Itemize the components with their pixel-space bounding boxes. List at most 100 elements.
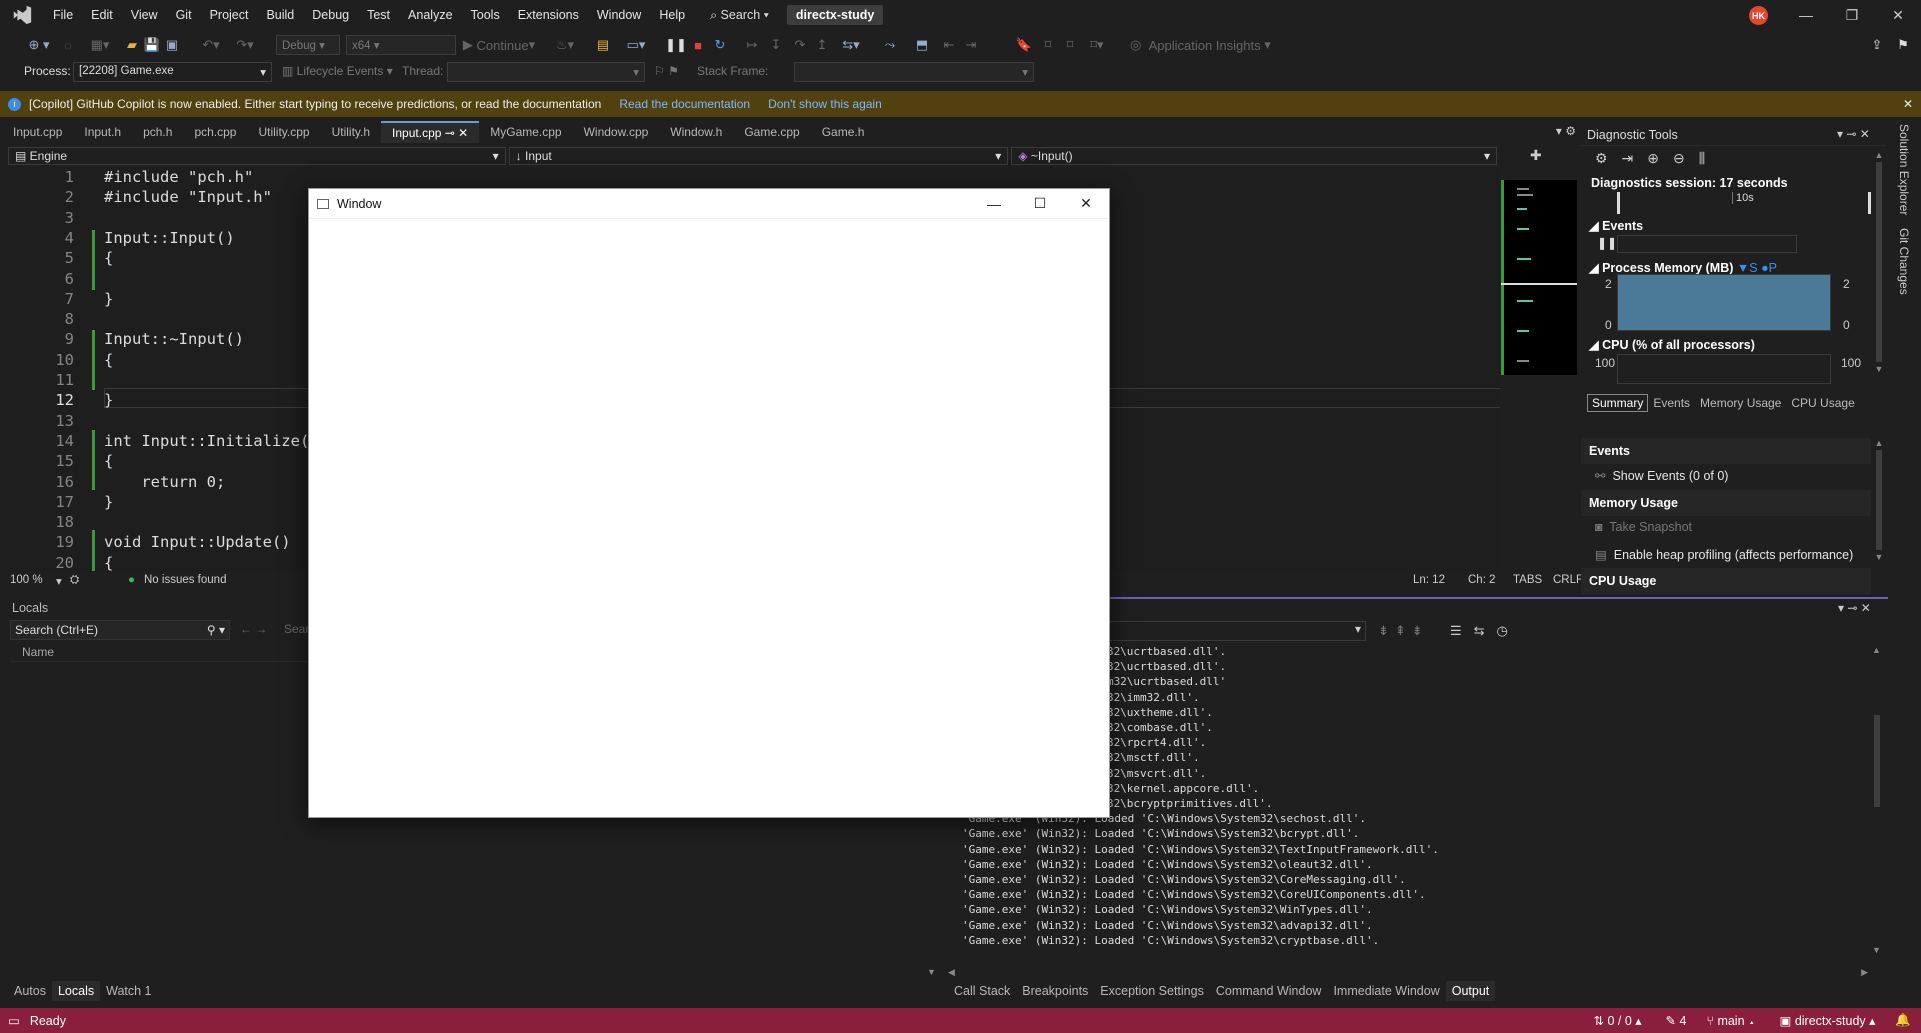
game-window-minimize-icon[interactable]: — — [971, 189, 1017, 219]
tab-overflow-icon[interactable]: ▾ ⚙ — [1550, 121, 1582, 143]
search-icon[interactable]: ⚲ ▾ — [207, 623, 225, 637]
feedback-icon[interactable]: ⚑ — [1894, 35, 1912, 55]
tab-output[interactable]: Output — [1445, 981, 1496, 1001]
hexadecimal-icon[interactable]: ⇆▾ — [836, 35, 866, 55]
undo-icon[interactable]: ↶▾ — [198, 35, 224, 55]
menu-analyze[interactable]: Analyze — [399, 0, 461, 30]
tab-pch-cpp[interactable]: pch.cpp — [183, 121, 247, 143]
search-button[interactable]: ⌕ Search ▾ — [702, 8, 777, 23]
diag-toolbar-icons[interactable]: ⚙⇥⊕⊖⫼ — [1595, 150, 1719, 167]
game-window[interactable]: Window — ☐ ✕ — [308, 188, 1110, 818]
tab-input-h[interactable]: Input.h — [73, 121, 132, 143]
search-nav-icons[interactable]: ← → — [240, 622, 267, 636]
menu-view[interactable]: View — [122, 0, 167, 30]
tab-call-stack[interactable]: Call Stack — [948, 981, 1016, 1001]
diag-scrollbar[interactable]: ▲ ▼ — [1873, 150, 1885, 406]
menu-file[interactable]: File — [44, 0, 82, 30]
menu-git[interactable]: Git — [167, 0, 201, 30]
minimize-icon[interactable]: — — [1783, 0, 1829, 30]
game-window-titlebar[interactable]: Window — ☐ ✕ — [309, 189, 1109, 219]
scope-dropdown[interactable]: ↓ Input ▾ — [508, 147, 1009, 165]
show-events-link[interactable]: ⚯ Show Events (0 of 0) — [1595, 468, 1728, 483]
split-editor-icon[interactable]: ✚ — [1530, 147, 1542, 164]
tab-mygame-cpp[interactable]: MyGame.cpp — [479, 121, 572, 143]
tab-command-window[interactable]: Command Window — [1210, 981, 1328, 1001]
tab-summary[interactable]: Summary — [1587, 394, 1649, 412]
step-over-icon[interactable]: ↷ — [790, 35, 810, 55]
tab-pch-h[interactable]: pch.h — [132, 121, 183, 143]
tab-immediate-window[interactable]: Immediate Window — [1327, 981, 1445, 1001]
back-forward-icon[interactable]: ⊕ ▾ — [22, 35, 56, 55]
copilot-icon[interactable]: ⛭ — [70, 574, 79, 587]
menu-edit[interactable]: Edit — [82, 0, 122, 30]
outdent-icon[interactable]: ⇥ — [962, 35, 980, 55]
notifications-icon[interactable]: 🔔 — [1895, 1013, 1911, 1028]
tab-watch-1[interactable]: Watch 1 — [100, 981, 157, 1001]
locals-scrollbar[interactable]: ▼ — [927, 812, 939, 977]
close-icon[interactable]: ✕ — [1875, 0, 1921, 30]
breakpoint-icon[interactable]: ⬒ — [912, 35, 932, 55]
step-into-icon[interactable]: ↧ — [766, 35, 786, 55]
clear-bookmarks-icon[interactable]: ⌑▾ — [1084, 35, 1110, 55]
line-ending[interactable]: CRLF — [1553, 574, 1583, 586]
summary-scrollbar[interactable]: ▲ ▼ — [1873, 438, 1885, 588]
project-dropdown[interactable]: ▤ Engine ▾ — [8, 147, 506, 165]
tab-utility-h[interactable]: Utility.h — [321, 121, 381, 143]
save-icon[interactable]: 💾 — [144, 35, 160, 55]
indent-icon[interactable]: ⇤ — [940, 35, 958, 55]
tab-game-h[interactable]: Game.h — [811, 121, 876, 143]
thread-dropdown[interactable]: ▾ — [447, 62, 645, 82]
tab-exception-settings[interactable]: Exception Settings — [1094, 981, 1210, 1001]
menu-debug[interactable]: Debug — [303, 0, 358, 30]
tab-window-cpp[interactable]: Window.cpp — [573, 121, 660, 143]
next-bookmark-icon[interactable]: ⌑ — [1062, 35, 1078, 55]
show-next-icon[interactable]: ↦ — [742, 35, 762, 55]
member-dropdown[interactable]: ◈ ~Input() ▾ — [1011, 147, 1497, 165]
stack-frame-dropdown[interactable]: ▾ — [794, 62, 1034, 82]
infobar-close-icon[interactable]: ✕ — [1903, 97, 1913, 111]
layout-icon[interactable]: ▭▾ — [622, 35, 650, 55]
take-snapshot-button[interactable]: ◙ Take Snapshot — [1595, 520, 1692, 534]
hot-reload-icon[interactable]: ♨▾ — [552, 35, 578, 55]
git-changes-tab[interactable]: Git Changes — [1897, 228, 1911, 295]
branch-status[interactable]: ⑂ main ▴ — [1706, 1014, 1755, 1028]
indent-mode[interactable]: TABS — [1513, 574, 1542, 586]
pending-edits[interactable]: ✎ 4 — [1666, 1013, 1687, 1028]
heap-profiling-toggle[interactable]: ▤ Enable heap profiling (affects perform… — [1595, 547, 1853, 562]
tab-breakpoints[interactable]: Breakpoints — [1016, 981, 1094, 1001]
process-dropdown[interactable]: [22208] Game.exe ▾ — [73, 62, 272, 82]
open-folder-icon[interactable]: ▰ — [124, 35, 140, 55]
tab-events[interactable]: Events — [1648, 394, 1695, 412]
platform-dropdown[interactable]: x64 ▾ — [346, 35, 456, 55]
bookmark-icon[interactable]: 🔖 — [1016, 35, 1032, 55]
cpu-section[interactable]: ◢ CPU (% of all processors) — [1589, 337, 1755, 352]
output-hscrollbar[interactable]: ◀ ▶ — [948, 967, 1888, 977]
step-out-icon[interactable]: ↥ — [812, 35, 832, 55]
tab-close-icon[interactable]: ✕ — [458, 126, 468, 140]
restore-icon[interactable]: ❐ — [1829, 0, 1875, 30]
forward-icon[interactable]: ◌ — [62, 35, 74, 55]
issues-status[interactable]: No issues found — [144, 574, 226, 586]
new-item-icon[interactable]: ▦▾ — [88, 35, 112, 55]
lifecycle-events-button[interactable]: ▥ Lifecycle Events ▾ — [282, 64, 393, 78]
menu-build[interactable]: Build — [257, 0, 303, 30]
menu-test[interactable]: Test — [358, 0, 399, 30]
locals-search-input[interactable]: Search (Ctrl+E) ⚲ ▾ — [10, 620, 230, 640]
output-actions-icons[interactable]: ☰⇆◷ — [1450, 623, 1520, 639]
flag-threads-icon[interactable]: ⚐ ⚑ — [654, 64, 679, 78]
output-status-icon[interactable]: ▭ — [8, 1013, 20, 1028]
save-all-icon[interactable]: ▣ — [164, 35, 180, 55]
events-pause-icon[interactable]: ❚❚ — [1597, 236, 1617, 250]
pause-icon[interactable]: ❚❚ — [665, 35, 687, 55]
menu-help[interactable]: Help — [650, 0, 694, 30]
editor-minimap[interactable] — [1501, 180, 1577, 375]
menu-project[interactable]: Project — [201, 0, 258, 30]
tab-cpu-usage[interactable]: CPU Usage — [1786, 394, 1859, 412]
avatar[interactable]: HK — [1749, 6, 1768, 25]
menu-window[interactable]: Window — [588, 0, 650, 30]
repo-status[interactable]: ▣ directx-study ▴ — [1780, 1013, 1876, 1028]
attach-icon[interactable]: ▤ — [594, 35, 612, 55]
game-window-close-icon[interactable]: ✕ — [1063, 189, 1109, 219]
output-panel-controls[interactable]: ▾ ⊸ ✕ — [1838, 601, 1871, 615]
output-scrollbar[interactable]: ▲ ▼ — [1872, 645, 1884, 955]
